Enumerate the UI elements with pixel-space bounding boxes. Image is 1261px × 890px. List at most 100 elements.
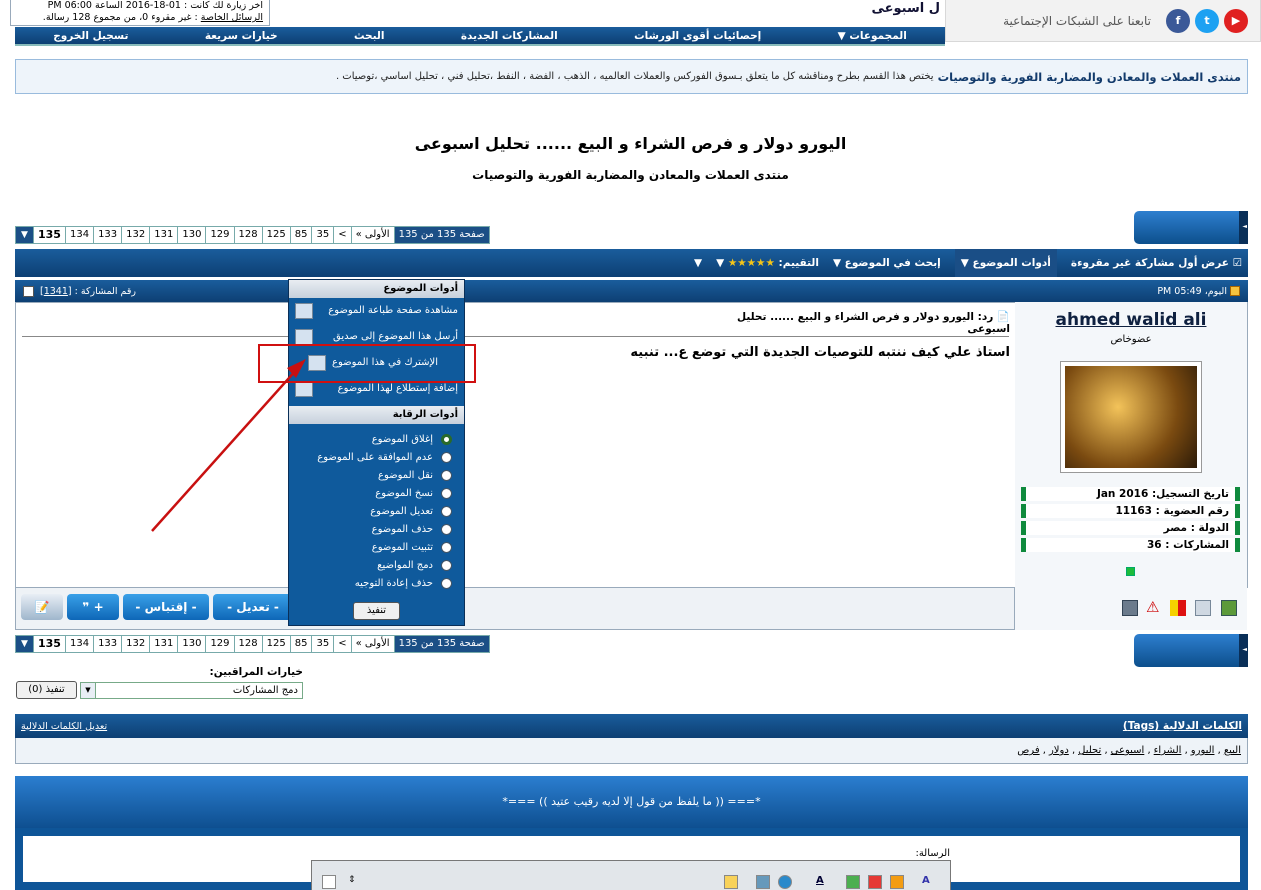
- notes-icon[interactable]: 📝: [21, 594, 63, 620]
- pager-dropdown-icon[interactable]: ▼: [15, 635, 34, 653]
- radio-icon[interactable]: [441, 559, 452, 571]
- tag-link[interactable]: فرص: [1017, 745, 1039, 756]
- nav-search[interactable]: البحث: [354, 30, 385, 42]
- reputation-icon[interactable]: [1221, 600, 1237, 616]
- tags-title-link[interactable]: الكلمات الدلالية (Tags): [1123, 720, 1242, 732]
- page-link[interactable]: 85: [289, 635, 313, 653]
- nav-groups[interactable]: المجموعات ▼: [838, 30, 907, 42]
- thread-forum-name[interactable]: منتدى العملات والمعادن والمضاربة الفورية…: [0, 168, 1261, 182]
- page-link[interactable]: 35: [311, 226, 335, 244]
- underline-icon[interactable]: [846, 875, 860, 889]
- clear-format-icon[interactable]: A: [922, 875, 936, 889]
- page-link[interactable]: 130: [177, 226, 207, 244]
- edit-button[interactable]: - تعديل -: [213, 594, 293, 620]
- page-link[interactable]: 128: [233, 226, 263, 244]
- radio-icon[interactable]: [441, 577, 452, 589]
- switch-mode-icon[interactable]: [322, 875, 336, 889]
- page-link[interactable]: 125: [261, 226, 291, 244]
- multiquote-button[interactable]: + ❞: [67, 594, 119, 620]
- radio-icon[interactable]: [441, 469, 452, 481]
- radio-icon[interactable]: [441, 523, 452, 535]
- nav-logout[interactable]: تسجيل الخروج: [53, 30, 128, 42]
- mod-option[interactable]: حذف إعادة التوجيه: [289, 574, 464, 592]
- page-link[interactable]: 133: [93, 635, 123, 653]
- page-first[interactable]: « الأولى: [350, 635, 395, 653]
- nav-quick-options[interactable]: خيارات سريعة: [205, 30, 278, 42]
- page-link[interactable]: 132: [121, 635, 151, 653]
- mod-option[interactable]: دمج المواضيع: [289, 556, 464, 574]
- page-first[interactable]: « الأولى: [350, 226, 395, 244]
- page-link[interactable]: 129: [205, 226, 235, 244]
- report-icon[interactable]: ⚠: [1146, 598, 1159, 616]
- mod-option[interactable]: حذف الموضوع: [289, 520, 464, 538]
- quote-button[interactable]: - إقتباس -: [123, 594, 209, 620]
- warn-card-icon[interactable]: [1170, 600, 1186, 616]
- page-link[interactable]: 130: [177, 635, 207, 653]
- edit-tags-link[interactable]: تعديل الكلمات الدلالية: [21, 721, 107, 732]
- print-icon[interactable]: [1122, 600, 1138, 616]
- ip-icon[interactable]: [1195, 600, 1211, 616]
- post-number-link[interactable]: [1341]: [40, 286, 72, 297]
- chevron-down-icon[interactable]: ▼: [694, 257, 702, 269]
- mod-option[interactable]: نسخ الموضوع: [289, 484, 464, 502]
- mod-go-button[interactable]: (0) تنفيذ: [16, 681, 77, 699]
- tag-link[interactable]: اليورو: [1191, 745, 1215, 756]
- image-icon[interactable]: [756, 875, 770, 889]
- mod-option[interactable]: تعديل الموضوع: [289, 502, 464, 520]
- mod-option[interactable]: إغلاق الموضوع: [289, 430, 464, 448]
- radio-icon[interactable]: [441, 541, 452, 553]
- page-link[interactable]: 131: [149, 635, 179, 653]
- radio-icon[interactable]: [441, 487, 452, 499]
- tag-link[interactable]: دولار: [1049, 745, 1069, 756]
- page-link[interactable]: 132: [121, 226, 151, 244]
- private-messages-link[interactable]: الرسائل الخاصة: [201, 12, 263, 23]
- globe-icon[interactable]: [778, 875, 792, 889]
- page-link[interactable]: 133: [93, 226, 123, 244]
- page-link[interactable]: 125: [261, 635, 291, 653]
- page-link[interactable]: 85: [289, 226, 313, 244]
- bold-icon[interactable]: [890, 875, 904, 889]
- page-link[interactable]: 35: [311, 635, 335, 653]
- resize-icon[interactable]: ⇕: [348, 875, 362, 889]
- tag-link[interactable]: الشراء: [1154, 745, 1182, 756]
- pager-dropdown-icon[interactable]: ▼: [15, 226, 34, 244]
- radio-icon[interactable]: [441, 505, 452, 517]
- twitter-icon[interactable]: t: [1195, 8, 1219, 33]
- italic-icon[interactable]: [868, 875, 882, 889]
- facebook-icon[interactable]: f: [1166, 8, 1190, 33]
- side-tab-top[interactable]: [1134, 211, 1248, 244]
- menu-item-print[interactable]: مشاهدة صفحة طباعة الموضوع: [289, 298, 464, 324]
- username-link[interactable]: ahmed walid ali: [1015, 310, 1247, 330]
- mod-option[interactable]: نقل الموضوع: [289, 466, 464, 484]
- page-link[interactable]: 129: [205, 635, 235, 653]
- comment-icon[interactable]: [724, 875, 738, 889]
- thread-tools-menu[interactable]: أدوات الموضوع ▼: [954, 249, 1057, 277]
- chevron-down-icon[interactable]: ▼: [80, 682, 96, 699]
- tag-link[interactable]: اسبوعى: [1111, 745, 1145, 756]
- avatar[interactable]: [1060, 361, 1202, 473]
- radio-icon[interactable]: [441, 433, 452, 445]
- menu-submit-button[interactable]: تنفيذ: [353, 602, 400, 620]
- search-thread-menu[interactable]: إبحث في الموضوع ▼: [833, 257, 941, 269]
- mod-option[interactable]: تثبيت الموضوع: [289, 538, 464, 556]
- radio-icon[interactable]: [441, 451, 452, 463]
- page-prev[interactable]: <: [333, 226, 352, 244]
- post-select-checkbox[interactable]: [23, 285, 34, 297]
- nav-stats[interactable]: إحصائيات أقوى الورشات: [634, 30, 761, 42]
- first-unread-link[interactable]: ☑ عرض أول مشاركة غير مقروءة: [1071, 257, 1242, 269]
- mod-option[interactable]: عدم الموافقة على الموضوع: [289, 448, 464, 466]
- tag-link[interactable]: تحليل: [1078, 745, 1101, 756]
- tag-link[interactable]: البيع: [1224, 745, 1241, 756]
- page-link[interactable]: 134: [64, 635, 95, 653]
- font-color-icon[interactable]: A: [816, 875, 830, 889]
- mod-options-select[interactable]: دمج المشاركات: [80, 682, 303, 699]
- page-prev[interactable]: <: [333, 635, 352, 653]
- rating-menu[interactable]: التقييم: ★★★★★ ▼: [716, 257, 819, 269]
- page-link[interactable]: 131: [149, 226, 179, 244]
- page-link[interactable]: 128: [233, 635, 263, 653]
- forum-name-link[interactable]: منتدى العملات والمعادن والمضاربة الفورية…: [938, 70, 1241, 84]
- page-link[interactable]: 134: [64, 226, 95, 244]
- side-tab-bottom[interactable]: [1134, 634, 1248, 667]
- nav-new-posts[interactable]: المشاركات الجديدة: [461, 30, 558, 42]
- youtube-icon[interactable]: ▶: [1224, 8, 1248, 33]
